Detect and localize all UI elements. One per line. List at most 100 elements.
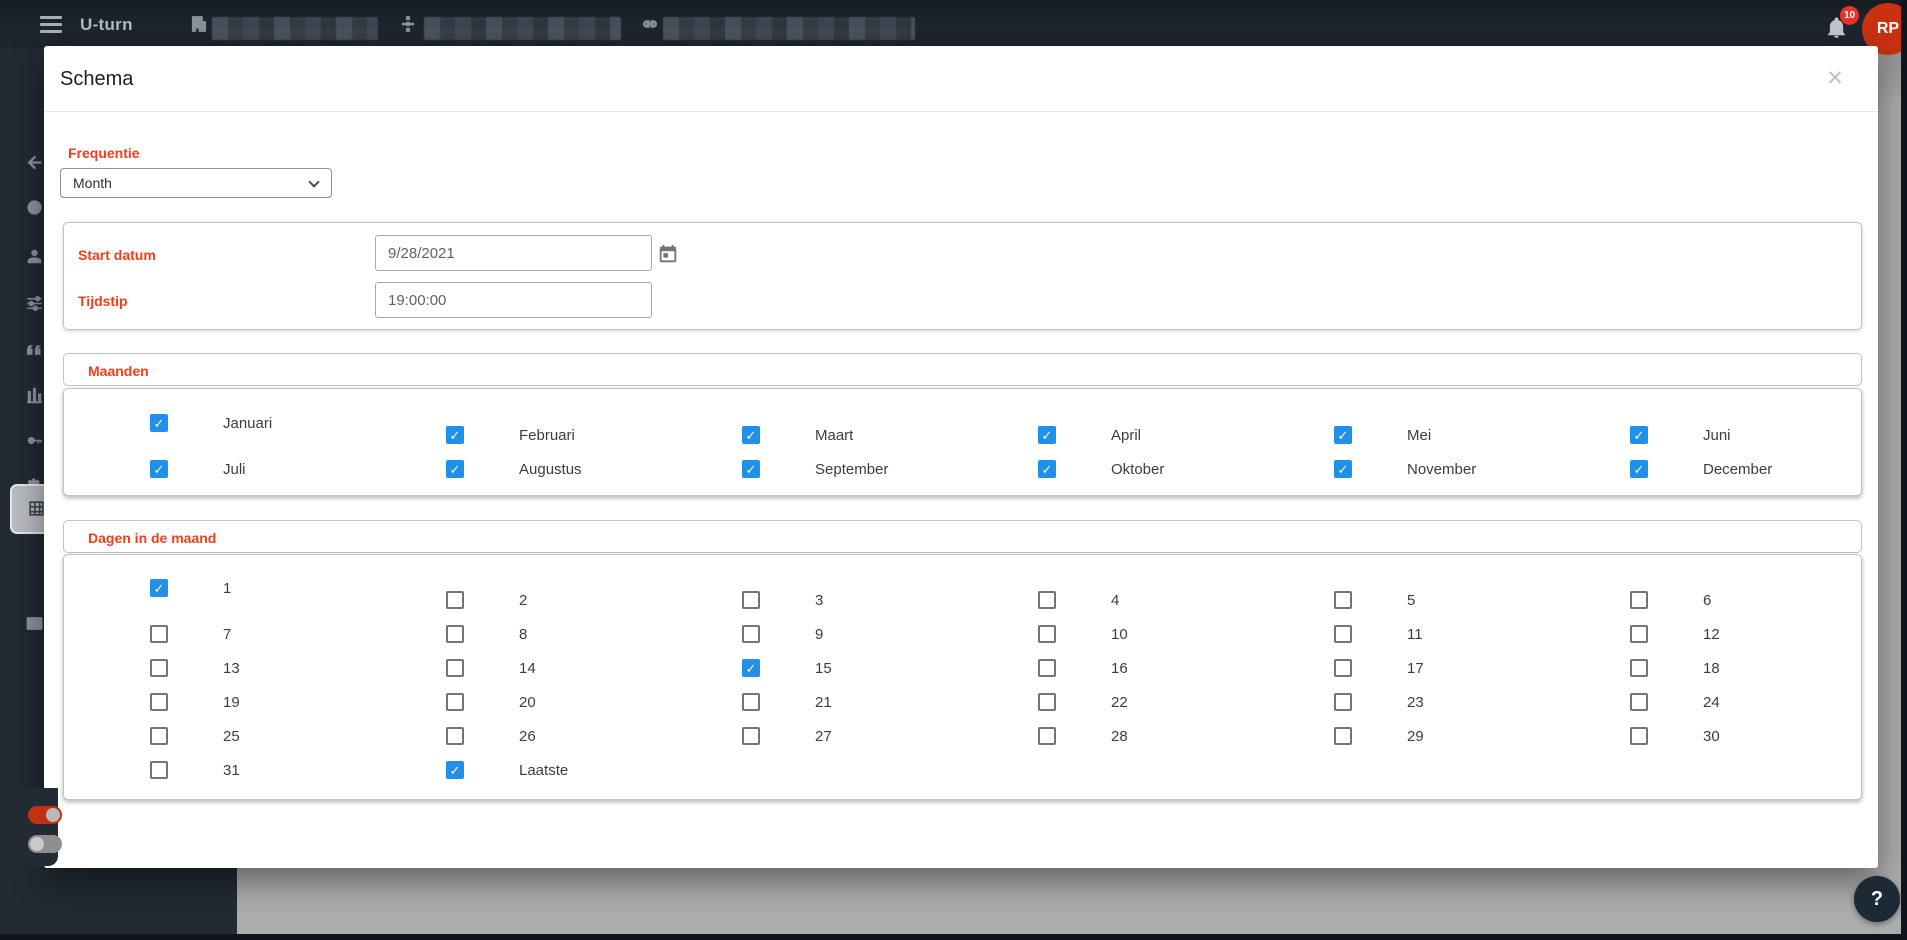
frequency-value: Month bbox=[73, 175, 112, 191]
checkbox-unchecked[interactable] bbox=[150, 761, 168, 779]
frequency-select[interactable]: Month bbox=[60, 168, 332, 198]
tune-icon[interactable] bbox=[25, 294, 44, 313]
checkbox-label: 24 bbox=[1703, 693, 1720, 711]
checkbox-unchecked[interactable] bbox=[446, 591, 464, 609]
checkbox-label: Juli bbox=[223, 460, 246, 478]
checkbox-unchecked[interactable] bbox=[1334, 591, 1352, 609]
checkbox-item: Juli bbox=[150, 452, 446, 486]
checkbox-unchecked[interactable] bbox=[1038, 693, 1056, 711]
frequency-label: Frequentie bbox=[68, 145, 140, 161]
notifications-button[interactable]: 10 bbox=[1822, 6, 1862, 44]
checkbox-unchecked[interactable] bbox=[1630, 727, 1648, 745]
checkbox-unchecked[interactable] bbox=[1334, 625, 1352, 643]
checkbox-unchecked[interactable] bbox=[1630, 659, 1648, 677]
checkbox-unchecked[interactable] bbox=[742, 693, 760, 711]
checkbox-checked[interactable] bbox=[1630, 426, 1648, 444]
checkbox-checked[interactable] bbox=[446, 460, 464, 478]
checkbox-checked[interactable] bbox=[742, 659, 760, 677]
checkbox-checked[interactable] bbox=[150, 414, 168, 432]
checkbox-item: 9 bbox=[742, 617, 1038, 651]
chevron-down-icon bbox=[308, 176, 320, 188]
checkbox-unchecked[interactable] bbox=[1334, 693, 1352, 711]
dialog-header: Schema ✕ bbox=[44, 46, 1878, 112]
checkbox-item: 12 bbox=[1630, 617, 1907, 651]
months-section-body: Januari Februari Maart April Mei Juni Juli Augu… bbox=[63, 388, 1862, 496]
checkbox-checked[interactable] bbox=[1630, 460, 1648, 478]
toggle-switch-on[interactable] bbox=[28, 806, 62, 824]
days-checkbox-grid: 1234567891011121314151617181920212223242… bbox=[64, 555, 1861, 787]
checkbox-label: Mei bbox=[1407, 426, 1432, 444]
date-time-section bbox=[63, 222, 1862, 330]
checkbox-unchecked[interactable] bbox=[1038, 727, 1056, 745]
checkbox-checked[interactable] bbox=[742, 426, 760, 444]
dialog-title: Schema bbox=[60, 68, 134, 90]
checkbox-label: 9 bbox=[815, 625, 824, 643]
users-icon[interactable] bbox=[25, 247, 44, 266]
checkbox-label: 8 bbox=[519, 625, 528, 643]
checkbox-checked[interactable] bbox=[1334, 426, 1352, 444]
notification-badge: 10 bbox=[1840, 6, 1859, 25]
checkbox-label: 7 bbox=[223, 625, 232, 643]
checkbox-checked[interactable] bbox=[446, 426, 464, 444]
bar-chart-icon[interactable] bbox=[25, 385, 44, 404]
checkbox-unchecked[interactable] bbox=[446, 693, 464, 711]
key-icon[interactable] bbox=[25, 431, 44, 450]
menu-item-redacted-2[interactable] bbox=[424, 17, 621, 40]
help-button[interactable]: ? bbox=[1854, 876, 1900, 922]
checkbox-checked[interactable] bbox=[1038, 460, 1056, 478]
checkbox-unchecked[interactable] bbox=[446, 727, 464, 745]
checkbox-checked[interactable] bbox=[1038, 426, 1056, 444]
checkbox-unchecked[interactable] bbox=[150, 693, 168, 711]
checkbox-unchecked[interactable] bbox=[742, 591, 760, 609]
close-icon[interactable]: ✕ bbox=[1820, 64, 1850, 94]
checkbox-checked[interactable] bbox=[446, 761, 464, 779]
time-input[interactable] bbox=[375, 282, 652, 318]
menu-item-redacted-1[interactable] bbox=[212, 17, 378, 40]
hamburger-menu-icon[interactable] bbox=[40, 13, 62, 35]
checkbox-unchecked[interactable] bbox=[446, 659, 464, 677]
checkbox-unchecked[interactable] bbox=[1038, 625, 1056, 643]
checkbox-item: 25 bbox=[150, 719, 446, 753]
checkbox-item: Laatste bbox=[446, 753, 742, 787]
checkbox-unchecked[interactable] bbox=[1630, 625, 1648, 643]
checkbox-item: November bbox=[1334, 452, 1630, 486]
checkbox-unchecked[interactable] bbox=[1334, 727, 1352, 745]
checkbox-unchecked[interactable] bbox=[1038, 659, 1056, 677]
checkbox-checked[interactable] bbox=[742, 460, 760, 478]
checkbox-item: 4 bbox=[1038, 583, 1334, 617]
checkbox-label: 10 bbox=[1111, 625, 1128, 643]
toggle-knob bbox=[30, 837, 44, 851]
checkbox-checked[interactable] bbox=[150, 460, 168, 478]
start-date-input[interactable] bbox=[375, 235, 652, 271]
checkbox-item: September bbox=[742, 452, 1038, 486]
calendar-icon[interactable] bbox=[657, 243, 679, 265]
checkbox-unchecked[interactable] bbox=[1630, 591, 1648, 609]
checkbox-unchecked[interactable] bbox=[742, 727, 760, 745]
checkbox-item: Oktober bbox=[1038, 452, 1334, 486]
checkbox-label: 26 bbox=[519, 727, 536, 745]
sidebar-toggle-area bbox=[0, 788, 62, 866]
checkbox-checked[interactable] bbox=[150, 579, 168, 597]
toggle-switch-off[interactable] bbox=[28, 835, 62, 853]
back-arrow-icon[interactable] bbox=[25, 153, 44, 172]
checkbox-unchecked[interactable] bbox=[150, 727, 168, 745]
checkbox-unchecked[interactable] bbox=[742, 625, 760, 643]
checkbox-label: 12 bbox=[1703, 625, 1720, 643]
checkbox-label: 30 bbox=[1703, 727, 1720, 745]
quote-icon[interactable] bbox=[25, 341, 44, 360]
checkbox-label: Oktober bbox=[1111, 460, 1165, 478]
menu-item-redacted-3[interactable] bbox=[663, 17, 915, 40]
checkbox-unchecked[interactable] bbox=[1334, 659, 1352, 677]
checkbox-checked[interactable] bbox=[1334, 460, 1352, 478]
checkbox-unchecked[interactable] bbox=[150, 625, 168, 643]
checkbox-label: 25 bbox=[223, 727, 240, 745]
checkbox-unchecked[interactable] bbox=[150, 659, 168, 677]
checkbox-unchecked[interactable] bbox=[1038, 591, 1056, 609]
checkbox-unchecked[interactable] bbox=[446, 625, 464, 643]
history-icon[interactable] bbox=[25, 198, 44, 217]
checkbox-unchecked[interactable] bbox=[1630, 693, 1648, 711]
mail-icon[interactable] bbox=[25, 614, 44, 633]
checkbox-item: Mei bbox=[1334, 418, 1630, 452]
checkbox-item: December bbox=[1630, 452, 1907, 486]
building-icon bbox=[191, 16, 207, 32]
